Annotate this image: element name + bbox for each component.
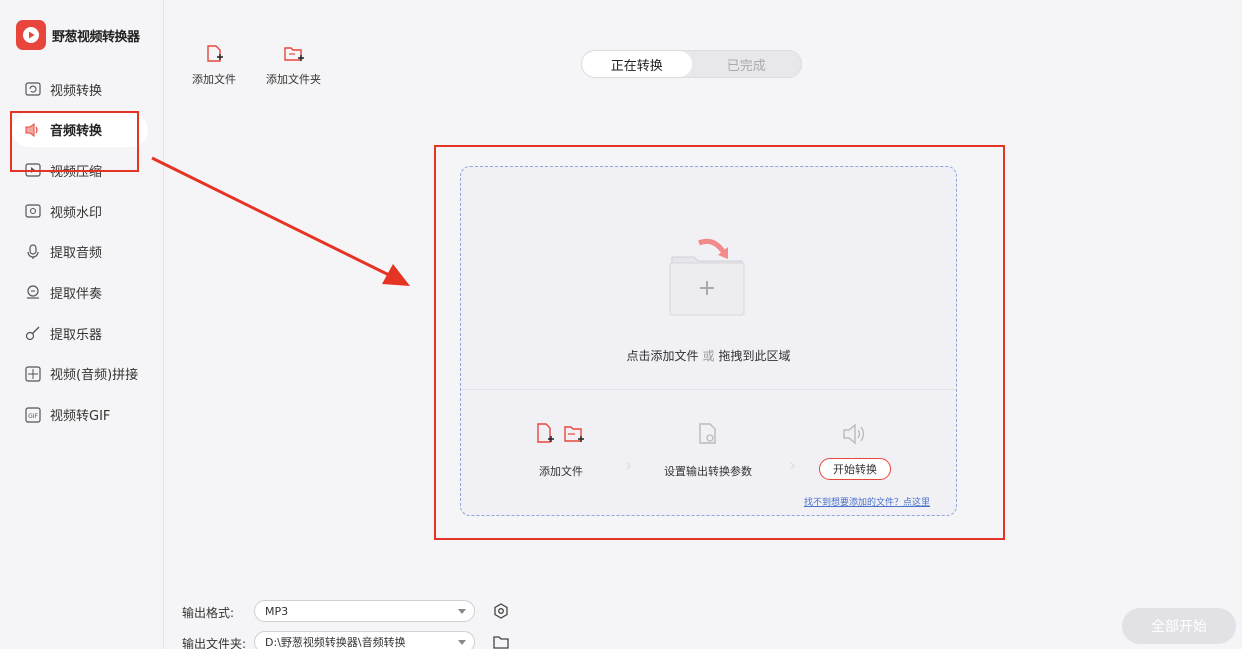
output-folder-select[interactable]: D:\野葱视频转换器\音频转换: [254, 631, 475, 649]
gif-icon: GIF: [24, 406, 42, 424]
start-convert-button[interactable]: 开始转换: [819, 458, 891, 480]
add-folder-button[interactable]: 添加文件夹: [266, 44, 321, 87]
merge-icon: [24, 365, 42, 383]
video-watermark-icon: [24, 202, 42, 220]
output-format-label: 输出格式:: [182, 606, 235, 620]
sidebar: 野葱视频转换器 视频转换 音频转换 视频压缩 视频水印 提取音频 提取伴奏 提取…: [0, 0, 164, 649]
add-file-icon: [204, 44, 224, 67]
click-add-text: 点击添加文件: [626, 349, 699, 363]
settings-doc-icon: [696, 422, 720, 449]
add-file-label: 添加文件: [192, 73, 236, 86]
folder-open-icon[interactable]: [492, 633, 510, 649]
sidebar-item-extract-audio[interactable]: 提取音频: [12, 235, 148, 269]
add-folder-label: 添加文件夹: [266, 73, 321, 86]
app-name: 野葱视频转换器: [52, 29, 140, 45]
video-convert-icon: [24, 80, 42, 98]
sidebar-item-video-watermark[interactable]: 视频水印: [12, 194, 148, 228]
brand: 野葱视频转换器: [16, 20, 140, 50]
start-all-button[interactable]: 全部开始: [1122, 608, 1236, 644]
sidebar-item-label: 视频转GIF: [50, 409, 111, 424]
drop-divider: [461, 389, 956, 390]
drop-zone[interactable]: 点击添加文件或拖拽到此区域 添加文件 › 设置输出转换参数 › 开始转换 找不到…: [460, 166, 957, 516]
settings-gear-icon[interactable]: [492, 602, 510, 620]
status-tabs: 正在转换 已完成: [581, 50, 802, 78]
drag-here-text: 拖拽到此区域: [718, 349, 791, 363]
step-start: 开始转换: [819, 422, 891, 480]
add-folder-icon: [283, 44, 305, 67]
chevron-down-icon: [458, 609, 466, 614]
step-settings: 设置输出转换参数: [664, 422, 752, 479]
sidebar-item-label: 视频水印: [50, 205, 103, 221]
output-format-value: MP3: [265, 604, 289, 618]
step-arrow-icon: ›: [625, 455, 633, 476]
tab-completed[interactable]: 已完成: [692, 51, 802, 77]
sidebar-item-merge[interactable]: 视频(音频)拼接: [12, 357, 148, 391]
sidebar-item-label: 提取音频: [50, 246, 103, 262]
step-arrow-icon: ›: [789, 455, 797, 476]
sidebar-item-extract-accompaniment[interactable]: 提取伴奏: [12, 275, 148, 309]
step-add-file-icon: [535, 422, 587, 449]
or-text: 或: [702, 349, 715, 363]
sidebar-item-label: 视频(音频)拼接: [50, 368, 139, 384]
output-folder-label: 输出文件夹:: [182, 637, 247, 649]
chevron-down-icon: [458, 640, 466, 645]
extract-accompaniment-icon: [24, 283, 42, 301]
folder-add-icon: [666, 235, 748, 321]
step-settings-label: 设置输出转换参数: [664, 465, 752, 478]
step-add-file: 添加文件: [535, 422, 587, 479]
tab-converting[interactable]: 正在转换: [582, 51, 692, 77]
sidebar-item-label: 视频转换: [50, 83, 103, 99]
add-file-button[interactable]: 添加文件: [192, 44, 236, 87]
annotation-highlight-box: [10, 111, 139, 172]
help-link[interactable]: 找不到想要添加的文件？点这里: [804, 495, 930, 508]
sidebar-item-video-convert[interactable]: 视频转换: [12, 72, 148, 106]
output-folder-value: D:\野葱视频转换器\音频转换: [265, 636, 406, 649]
extract-instrument-icon: [24, 324, 42, 342]
drop-instruction: 点击添加文件或拖拽到此区域: [461, 347, 956, 364]
sidebar-item-label: 提取伴奏: [50, 286, 103, 302]
svg-text:GIF: GIF: [28, 413, 38, 420]
sidebar-item-extract-instrument[interactable]: 提取乐器: [12, 316, 148, 350]
output-format-select[interactable]: MP3: [254, 600, 475, 622]
app-logo-icon: [16, 20, 46, 50]
sidebar-item-gif[interactable]: GIF 视频转GIF: [12, 398, 148, 432]
extract-audio-icon: [24, 243, 42, 261]
step-add-file-label: 添加文件: [539, 465, 583, 478]
speaker-icon: [842, 422, 868, 449]
sidebar-item-label: 提取乐器: [50, 327, 103, 343]
